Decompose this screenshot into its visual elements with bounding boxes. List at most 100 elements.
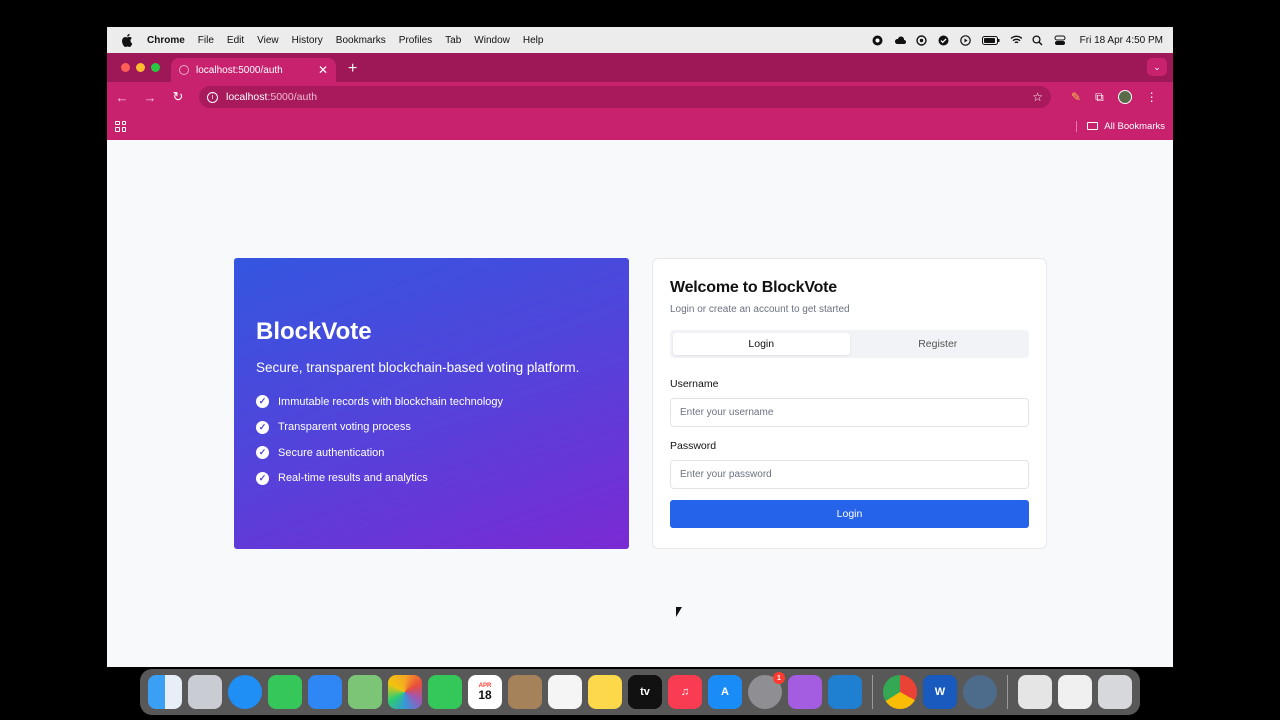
browser-tab-active[interactable]: localhost:5000/auth ✕ [171,58,336,82]
mouse-cursor-icon [676,607,682,617]
maximize-window-button[interactable] [151,63,160,72]
pencil-extension-icon[interactable]: ✎ [1071,90,1081,104]
photos-icon[interactable] [388,675,422,709]
reminders-icon[interactable] [548,675,582,709]
all-bookmarks-label: All Bookmarks [1104,120,1165,132]
music-folder-icon[interactable] [1018,675,1052,709]
finder-icon[interactable] [148,675,182,709]
page-viewport: BlockVote Secure, transparent blockchain… [107,140,1173,667]
menu-edit[interactable]: Edit [227,35,244,46]
url-path: :5000/auth [267,91,318,103]
extensions-area: ✎ ⧉ ⋮ [1071,90,1158,105]
window-controls [121,63,160,72]
apple-tv-icon[interactable]: tv [628,675,662,709]
bookmarks-bar: All Bookmarks [107,112,1173,140]
back-arrow-icon[interactable]: ← [115,90,129,105]
podcasts-icon[interactable] [788,675,822,709]
apple-icon[interactable] [121,33,133,47]
maps-icon[interactable] [348,675,382,709]
browser-toolbar: ← → ↻ i localhost:5000/auth ☆ ✎ ⧉ ⋮ [107,82,1173,112]
username-input[interactable] [670,398,1029,427]
menu-file[interactable]: File [198,35,214,46]
password-label: Password [670,440,717,452]
password-input[interactable] [670,460,1029,489]
menu-view[interactable]: View [257,35,279,46]
tv-label: tv [640,686,650,698]
menu-bar: Chrome File Edit View History Bookmarks … [107,27,1173,53]
tab-login[interactable]: Login [673,333,850,355]
record-icon[interactable] [872,34,884,46]
at-sign-icon[interactable] [916,34,928,46]
browser-window: localhost:5000/auth ✕ + ⌄ ← → ↻ i localh… [107,53,1173,140]
battery-icon[interactable] [981,34,1000,46]
username-label: Username [670,378,719,390]
menu-history[interactable]: History [292,35,323,46]
auth-tabs: Login Register [670,330,1029,358]
auth-title: Welcome to BlockVote [670,279,838,296]
close-window-button[interactable] [121,63,130,72]
close-tab-icon[interactable]: ✕ [318,63,328,77]
tab-search-chevron-icon[interactable]: ⌄ [1147,58,1167,76]
bookmark-star-icon[interactable]: ☆ [1032,90,1043,104]
address-bar[interactable]: i localhost:5000/auth ☆ [199,86,1051,108]
quicktime-icon[interactable] [963,675,997,709]
reload-icon[interactable]: ↻ [171,89,185,105]
url-host: localhost [226,91,268,103]
apps-grid-icon[interactable] [115,120,126,132]
login-button[interactable]: Login [670,500,1029,528]
messages-icon[interactable] [268,675,302,709]
play-icon[interactable] [960,34,972,46]
check-circle-icon: ✓ [256,395,269,409]
menu-tab[interactable]: Tab [445,35,461,46]
vscode-icon[interactable] [828,675,862,709]
new-tab-icon[interactable]: + [348,60,357,78]
minimize-window-button[interactable] [136,63,145,72]
menu-app-name[interactable]: Chrome [147,35,185,46]
safari-icon[interactable] [228,675,262,709]
feature-text: Transparent voting process [278,421,411,434]
check-circle-icon: ✓ [256,420,269,434]
contacts-icon[interactable] [508,675,542,709]
facetime-icon[interactable] [428,675,462,709]
settings-badge: 1 [773,672,785,684]
spotlight-search-icon[interactable] [1032,34,1044,46]
auth-subtitle: Login or create an account to get starte… [670,304,850,315]
calendar-day: 18 [478,688,492,702]
cloud-icon[interactable] [894,34,906,46]
app-store-icon[interactable]: A [708,675,742,709]
feature-item: ✓ Secure authentication [256,440,607,466]
hero-tagline: Secure, transparent blockchain-based vot… [256,360,580,375]
extensions-puzzle-icon[interactable]: ⧉ [1095,90,1104,105]
status-menu-area: Fri 18 Apr 4:50 PM [872,34,1163,46]
notes-icon[interactable] [588,675,622,709]
menu-bookmarks[interactable]: Bookmarks [336,35,386,46]
tab-title: localhost:5000/auth [196,64,283,76]
word-icon[interactable]: W [923,675,957,709]
control-center-icon[interactable] [1054,34,1066,46]
tab-register[interactable]: Register [850,333,1027,355]
launchpad-icon[interactable] [188,675,222,709]
site-info-icon[interactable]: i [207,91,218,103]
hero-title: BlockVote [256,318,372,345]
feature-text: Secure authentication [278,446,385,459]
menu-profiles[interactable]: Profiles [399,35,432,46]
forward-arrow-icon[interactable]: → [143,90,157,105]
profile-avatar[interactable] [1117,90,1132,104]
menu-help[interactable]: Help [523,35,544,46]
trash-icon[interactable] [1098,675,1132,709]
music-icon[interactable]: ♫ [668,675,702,709]
mail-icon[interactable] [308,675,342,709]
wifi-icon[interactable] [1010,34,1022,46]
calendar-icon[interactable]: APR 18 [468,675,502,709]
checkmark-circle-icon[interactable] [938,34,950,46]
clock[interactable]: Fri 18 Apr 4:50 PM [1080,35,1163,46]
feature-list: ✓ Immutable records with blockchain techn… [256,389,607,491]
screenshot-stack-icon[interactable] [1058,675,1092,709]
chrome-icon[interactable] [883,675,917,709]
all-bookmarks-button[interactable]: All Bookmarks [1076,120,1165,132]
menu-window[interactable]: Window [474,35,510,46]
kebab-menu-icon[interactable]: ⋮ [1146,90,1158,104]
feature-item: ✓ Real-time results and analytics [256,466,607,492]
system-settings-icon[interactable]: 1 [748,672,785,709]
check-circle-icon: ✓ [256,471,269,485]
